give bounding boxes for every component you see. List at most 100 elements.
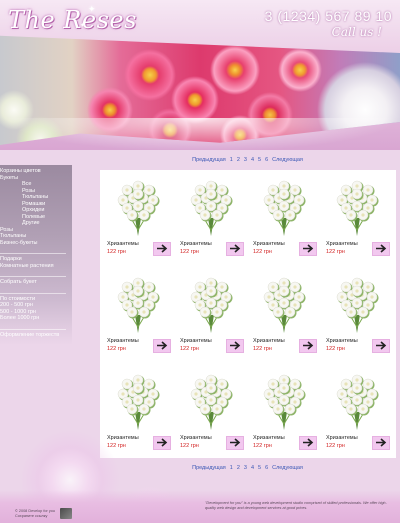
bouquet-icon[interactable]: [115, 178, 161, 238]
add-to-cart-button[interactable]: [299, 242, 317, 256]
bouquet-icon[interactable]: [188, 275, 234, 335]
arrow-right-icon: [229, 434, 241, 452]
bookmark-link[interactable]: Сохраните ссылку: [15, 514, 55, 519]
pagination-next[interactable]: Следующая: [272, 465, 303, 471]
product-name[interactable]: Хризантемы: [326, 435, 358, 441]
bouquet-icon[interactable]: [334, 178, 380, 238]
product-price: 122 грн: [253, 346, 272, 352]
sparkle-icon: ✦: [80, 23, 86, 29]
sidebar-divider: [0, 276, 66, 277]
product-price: 122 грн: [326, 443, 345, 449]
bouquet-icon[interactable]: [261, 372, 307, 432]
add-to-cart-button[interactable]: [153, 242, 171, 256]
product-price: 122 грн: [107, 249, 126, 255]
call-us-label: Call us !: [331, 25, 382, 39]
add-to-cart-button[interactable]: [299, 339, 317, 353]
arrow-right-icon: [156, 337, 168, 355]
bouquet-icon[interactable]: [261, 178, 307, 238]
add-to-cart-button[interactable]: [299, 436, 317, 450]
product-card: Хризантемы 122 грн: [253, 370, 319, 460]
product-price: 122 грн: [326, 346, 345, 352]
add-to-cart-button[interactable]: [153, 339, 171, 353]
developer-logo-icon[interactable]: [60, 508, 72, 519]
bouquet-icon[interactable]: [334, 372, 380, 432]
product-name[interactable]: Хризантемы: [326, 241, 358, 247]
product-card: Хризантемы 122 грн: [253, 273, 319, 363]
product-name[interactable]: Хризантемы: [326, 338, 358, 344]
phone-number: 3 (1234) 567 89 10: [264, 8, 392, 24]
banner-gloss: [0, 118, 400, 150]
pagination-page[interactable]: 4: [251, 157, 254, 163]
product-name[interactable]: Хризантемы: [180, 338, 212, 344]
pagination-top: Предыдущая 1 2 3 4 5 6 Следующая: [100, 157, 395, 163]
product-name[interactable]: Хризантемы: [253, 241, 285, 247]
product-name[interactable]: Хризантемы: [253, 338, 285, 344]
bouquet-icon[interactable]: [115, 275, 161, 335]
product-price: 122 грн: [107, 346, 126, 352]
pagination-next[interactable]: Следующая: [272, 157, 303, 163]
sparkle-icon: ✦: [88, 4, 96, 14]
product-card: Хризантемы 122 грн: [326, 176, 392, 266]
pagination-page[interactable]: 4: [251, 465, 254, 471]
arrow-right-icon: [375, 434, 387, 452]
sidebar-divider: [0, 253, 66, 254]
add-to-cart-button[interactable]: [226, 436, 244, 450]
footer-about-text: "Development for you" is a young web dev…: [205, 501, 387, 510]
product-name[interactable]: Хризантемы: [107, 338, 139, 344]
product-card: Хризантемы 122 грн: [326, 370, 392, 460]
add-to-cart-button[interactable]: [372, 339, 390, 353]
pagination-page[interactable]: 2: [237, 157, 240, 163]
pagination-page[interactable]: 5: [258, 157, 261, 163]
product-price: 122 грн: [180, 249, 199, 255]
product-price: 122 грн: [180, 346, 199, 352]
add-to-cart-button[interactable]: [226, 339, 244, 353]
product-card: Хризантемы 122 грн: [253, 176, 319, 266]
pagination-page[interactable]: 5: [258, 465, 261, 471]
add-to-cart-button[interactable]: [372, 242, 390, 256]
arrow-right-icon: [375, 240, 387, 258]
product-card: Хризантемы 122 грн: [180, 370, 246, 460]
pagination-prev[interactable]: Предыдущая: [192, 465, 226, 471]
product-price: 122 грн: [253, 249, 272, 255]
product-card: Хризантемы 122 грн: [180, 176, 246, 266]
site-logo[interactable]: The Reses: [8, 6, 137, 34]
pagination-prev[interactable]: Предыдущая: [192, 157, 226, 163]
product-card: Хризантемы 122 грн: [180, 273, 246, 363]
arrow-right-icon: [229, 240, 241, 258]
product-price: 122 грн: [180, 443, 199, 449]
product-name[interactable]: Хризантемы: [180, 241, 212, 247]
product-price: 122 грн: [253, 443, 272, 449]
product-card: Хризантемы 122 грн: [107, 273, 173, 363]
sidebar-menu: Корзины цветов Букеты Все Розы Тюльпаны Ромаш…: [0, 168, 70, 338]
pagination-page[interactable]: 3: [244, 465, 247, 471]
sidebar-divider: [0, 328, 66, 330]
add-to-cart-button[interactable]: [372, 436, 390, 450]
arrow-right-icon: [156, 240, 168, 258]
sidebar-divider: [0, 292, 66, 294]
sidebar-item[interactable]: Оформление торжеств: [0, 332, 70, 339]
pagination-page[interactable]: 6: [265, 465, 268, 471]
pagination-page[interactable]: 1: [230, 465, 233, 471]
add-to-cart-button[interactable]: [226, 242, 244, 256]
product-name[interactable]: Хризантемы: [180, 435, 212, 441]
product-name[interactable]: Хризантемы: [107, 241, 139, 247]
bouquet-icon[interactable]: [188, 178, 234, 238]
product-price: 122 грн: [326, 249, 345, 255]
pagination-page[interactable]: 6: [265, 157, 268, 163]
product-card: Хризантемы 122 грн: [326, 273, 392, 363]
product-name[interactable]: Хризантемы: [253, 435, 285, 441]
arrow-right-icon: [229, 337, 241, 355]
bouquet-icon[interactable]: [261, 275, 307, 335]
arrow-right-icon: [302, 337, 314, 355]
pagination-page[interactable]: 1: [230, 157, 233, 163]
pagination-page[interactable]: 3: [244, 157, 247, 163]
arrow-right-icon: [375, 337, 387, 355]
pagination-page[interactable]: 2: [237, 465, 240, 471]
bouquet-icon[interactable]: [334, 275, 380, 335]
bouquet-icon[interactable]: [188, 372, 234, 432]
arrow-right-icon: [302, 434, 314, 452]
product-card: Хризантемы 122 грн: [107, 176, 173, 266]
